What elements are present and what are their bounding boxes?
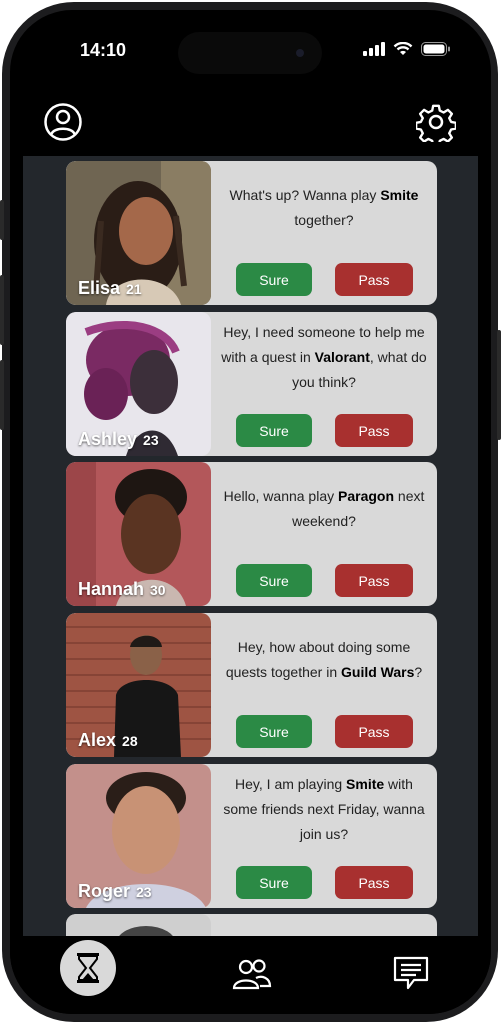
user-name: Roger [78, 881, 131, 901]
sure-button[interactable]: Sure [236, 564, 312, 597]
sure-button[interactable]: Sure [236, 866, 312, 899]
pass-button[interactable]: Pass [335, 414, 413, 447]
volume-up-button [0, 275, 4, 345]
user-age: 28 [122, 733, 138, 749]
user-age: 21 [126, 281, 142, 297]
status-time: 14:10 [80, 40, 127, 60]
camera-dot [296, 49, 304, 57]
profile-photo[interactable]: Roger 23 [66, 764, 211, 908]
name-row: Elisa 21 [78, 278, 142, 299]
gear-icon [414, 104, 458, 147]
profile-photo[interactable]: Hannah 30 [66, 462, 211, 606]
user-circle-icon [44, 103, 82, 141]
match-card: Roger 23 Hey, I am playing Smite with so… [66, 764, 437, 908]
invite-message: Hey, how about doing some quests togethe… [225, 639, 423, 680]
user-age: 30 [150, 582, 166, 598]
match-card-partial [66, 914, 437, 936]
mute-switch [0, 200, 4, 240]
user-name: Hannah [78, 579, 145, 599]
name-row: Alex 28 [78, 730, 138, 751]
friends-icon [232, 959, 272, 990]
profile-photo[interactable]: Alex 28 [66, 613, 211, 757]
user-name: Alex [78, 730, 117, 750]
user-name: Ashley [78, 429, 138, 449]
signal-icon [363, 42, 385, 56]
pass-button[interactable]: Pass [335, 715, 413, 748]
nav-matches-button[interactable] [60, 940, 116, 996]
bottom-nav [10, 936, 491, 1014]
profile-photo[interactable]: Ashley 23 [66, 312, 211, 456]
match-feed[interactable]: Elisa 21 What's up? Wanna play Smite tog… [23, 156, 478, 936]
volume-down-button [0, 360, 4, 430]
invite-message: Hello, wanna play Paragon next weekend? [223, 488, 425, 529]
sure-button[interactable]: Sure [236, 414, 312, 447]
pass-button[interactable]: Pass [335, 263, 413, 296]
match-card: Hannah 30 Hello, wanna play Paragon next… [66, 462, 437, 606]
game-name: Smite [380, 187, 419, 203]
profile-photo[interactable] [66, 914, 211, 936]
name-row: Roger 23 [78, 881, 152, 902]
battery-icon [421, 42, 450, 56]
pass-button[interactable]: Pass [335, 564, 413, 597]
nav-chat-button[interactable] [392, 954, 430, 992]
invite-message: Hey, I am playing Smite with some friend… [223, 776, 425, 842]
user-age: 23 [143, 432, 159, 448]
game-name: Valorant [314, 349, 370, 365]
sure-button[interactable]: Sure [236, 263, 312, 296]
match-card: Alex 28 Hey, how about doing some quests… [66, 613, 437, 757]
chat-icon [393, 956, 429, 990]
profile-photo[interactable]: Elisa 21 [66, 161, 211, 305]
game-name: Paragon [338, 488, 395, 504]
pass-button[interactable]: Pass [335, 866, 413, 899]
invite-message: Hey, I need someone to help me with a qu… [221, 324, 427, 390]
invite-message: What's up? Wanna play Smite together? [229, 187, 419, 228]
sure-button[interactable]: Sure [236, 715, 312, 748]
name-row: Ashley 23 [78, 429, 159, 450]
nav-friends-button[interactable] [232, 958, 272, 990]
hourglass-icon [77, 953, 99, 983]
wifi-icon [393, 42, 413, 55]
screen: 14:10 Elisa 21 What's up? Wanna play Smi… [10, 10, 491, 1014]
settings-button[interactable] [414, 102, 458, 147]
profile-button[interactable] [43, 102, 83, 142]
user-age: 23 [136, 884, 152, 900]
status-icons [363, 42, 451, 56]
match-card: Elisa 21 What's up? Wanna play Smite tog… [66, 161, 437, 305]
user-name: Elisa [78, 278, 121, 298]
game-name: Smite [346, 776, 385, 792]
power-button [497, 330, 501, 440]
name-row: Hannah 30 [78, 579, 166, 600]
game-name: Guild Wars [341, 664, 415, 680]
dynamic-island [178, 32, 322, 74]
match-card: Ashley 23 Hey, I need someone to help me… [66, 312, 437, 456]
